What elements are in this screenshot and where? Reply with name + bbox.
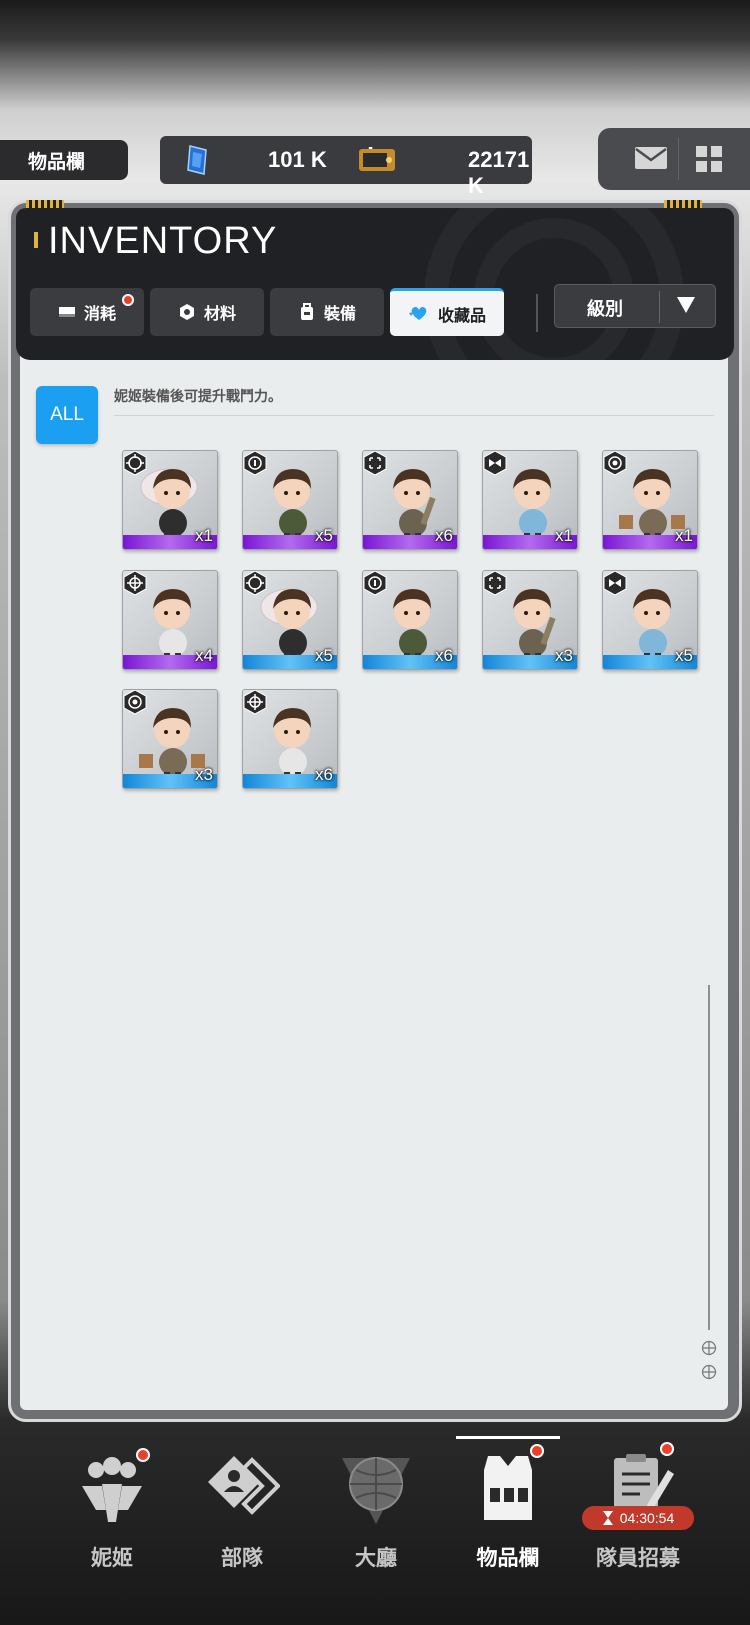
- divider: [536, 294, 538, 332]
- top-right-menu: [598, 128, 750, 190]
- nav-label: 物品欄: [476, 1546, 540, 1570]
- collectible-item[interactable]: x5: [242, 570, 338, 670]
- ticket-icon: [359, 149, 395, 171]
- nav-label: 隊員招募: [596, 1546, 680, 1570]
- tab-collectibles[interactable]: 收藏品: [390, 288, 504, 336]
- hint-text: 妮姬裝備後可提升戰鬥力。: [114, 389, 282, 405]
- grid-menu-icon[interactable]: [694, 144, 724, 174]
- heart-wing-icon: [408, 306, 427, 320]
- inventory-header: INVENTORY 消耗 材料 裝備 收藏品 級別: [16, 208, 734, 360]
- collectible-item[interactable]: x3: [122, 689, 218, 789]
- divider: [678, 138, 679, 180]
- nav-label: 大廳: [355, 1546, 397, 1570]
- nav-label: 部隊: [221, 1546, 263, 1570]
- tab-label: 收藏品: [437, 305, 486, 325]
- hazard-stripe: [26, 200, 64, 208]
- gem-icon: [187, 145, 207, 175]
- tab-materials[interactable]: 材料: [150, 288, 264, 336]
- backpack-icon: [300, 303, 313, 320]
- item-count: x4: [195, 646, 213, 665]
- item-count: x6: [435, 646, 453, 665]
- item-count: x1: [675, 526, 693, 545]
- dot-circle-icon: [123, 690, 147, 715]
- currency-bar: 101 K + 22171 K: [160, 136, 532, 198]
- filter-all-button[interactable]: ALL: [36, 386, 98, 444]
- squad-card-icon: [208, 1456, 280, 1515]
- collectible-item[interactable]: x5: [242, 450, 338, 550]
- inventory-vest-icon: [484, 1456, 532, 1520]
- info-circle-icon: [243, 451, 267, 476]
- collectible-item[interactable]: x6: [242, 689, 338, 789]
- tab-consumables[interactable]: 消耗: [30, 288, 144, 336]
- scroll-up-icon[interactable]: [701, 1340, 717, 1356]
- item-count: x3: [555, 646, 573, 665]
- nav-nikke[interactable]: 妮姬: [52, 1440, 172, 1570]
- hazard-stripe: [664, 200, 702, 208]
- dot-circle-icon: [603, 451, 627, 476]
- bowtie-icon: [603, 571, 627, 596]
- sort-dropdown[interactable]: 級別: [554, 284, 716, 328]
- dropdown-arrow-icon: [677, 297, 695, 313]
- item-count: x3: [195, 765, 213, 784]
- notification-badge: [660, 1442, 674, 1456]
- crosshair-ring-icon: [123, 451, 147, 476]
- nav-squad[interactable]: 部隊: [182, 1440, 302, 1570]
- divider: [659, 291, 660, 323]
- notification-badge: [136, 1448, 150, 1462]
- hex-nut-icon: [179, 304, 194, 320]
- item-count: x5: [675, 646, 693, 665]
- notification-badge: [122, 294, 134, 306]
- collectible-item[interactable]: x1: [122, 450, 218, 550]
- nav-label: 妮姬: [91, 1546, 133, 1570]
- panel-title: INVENTORY: [48, 220, 278, 262]
- crosshair-ring-icon: [243, 571, 267, 596]
- crosshair-icon: [123, 571, 147, 596]
- consumable-icon: [58, 307, 75, 317]
- collectible-item[interactable]: x1: [602, 450, 698, 550]
- active-nav-indicator: [456, 1436, 560, 1439]
- notification-badge: [530, 1444, 544, 1458]
- title-accent: [34, 232, 38, 248]
- collectible-item[interactable]: x1: [482, 450, 578, 550]
- item-count: x5: [315, 646, 333, 665]
- page-label: 物品欄: [0, 140, 128, 180]
- tab-label: 材料: [203, 304, 236, 323]
- item-count: x1: [195, 526, 213, 545]
- scroll-down-icon[interactable]: [701, 1364, 717, 1380]
- hourglass-icon: [602, 1511, 613, 1525]
- collectible-item[interactable]: x6: [362, 450, 458, 550]
- item-count: x1: [555, 526, 573, 545]
- item-count: x5: [315, 526, 333, 545]
- nav-inventory[interactable]: 物品欄: [448, 1440, 568, 1570]
- sort-label: 級別: [587, 299, 623, 320]
- mail-icon[interactable]: [634, 144, 668, 172]
- bowtie-icon: [483, 451, 507, 476]
- item-count: x6: [315, 765, 333, 784]
- divider: [114, 415, 714, 416]
- timer-value: 04:30:54: [619, 1510, 675, 1526]
- nav-lobby[interactable]: 大廳: [316, 1440, 436, 1570]
- tab-label: 消耗: [83, 304, 116, 323]
- crosshair-icon: [243, 690, 267, 715]
- credit-amount: 22171 K: [468, 147, 530, 198]
- recruit-timer: 04:30:54: [582, 1506, 694, 1530]
- gem-amount: 101 K: [268, 147, 327, 172]
- scrollbar[interactable]: [708, 985, 710, 1330]
- nav-recruit[interactable]: 隊員招募: [578, 1440, 698, 1570]
- tab-label: 裝備: [323, 304, 356, 323]
- collectible-item[interactable]: x3: [482, 570, 578, 670]
- collectible-item[interactable]: x4: [122, 570, 218, 670]
- collectible-item[interactable]: x6: [362, 570, 458, 670]
- item-count: x6: [435, 526, 453, 545]
- tab-equipment[interactable]: 裝備: [270, 288, 384, 336]
- info-circle-icon: [363, 571, 387, 596]
- target-corners-icon: [483, 571, 507, 596]
- lobby-globe-icon: [342, 1457, 410, 1524]
- collectible-item[interactable]: x5: [602, 570, 698, 670]
- target-corners-icon: [363, 451, 387, 476]
